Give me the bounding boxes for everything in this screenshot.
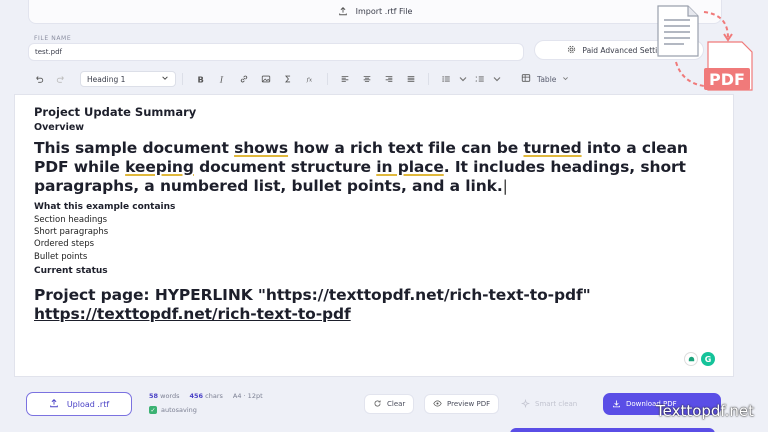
divider xyxy=(182,73,183,85)
chevron-down-icon xyxy=(161,74,169,84)
align-left-icon[interactable] xyxy=(334,70,356,88)
doc-title: Project Update Summary xyxy=(34,105,197,119)
page-info: A4 · 12pt xyxy=(232,392,263,400)
chevron-down-icon[interactable] xyxy=(491,70,503,88)
doc-list-heading: What this example contains xyxy=(34,202,176,212)
import-rtf-button[interactable]: Import .rtf File xyxy=(28,0,722,24)
align-center-icon[interactable] xyxy=(356,70,378,88)
word-count: 58 words xyxy=(149,392,180,400)
heading-select-value: Heading 1 xyxy=(87,74,126,84)
link-icon[interactable] xyxy=(233,70,255,88)
doc-status-heading: Current status xyxy=(34,265,108,276)
doc-project-link-line: Project page: HYPERLINK "https://texttop… xyxy=(34,285,591,323)
smart-clean-button[interactable]: Smart clean xyxy=(512,394,586,414)
import-label: Import .rtf File xyxy=(355,7,413,16)
document-stats: 58 words 456 chars A4 · 12pt xyxy=(149,392,263,400)
function-icon[interactable]: fx xyxy=(299,70,321,88)
upload-icon xyxy=(49,398,59,410)
editor-toolbar: Heading 1 B I fx 12 Table xyxy=(28,68,728,90)
align-right-icon[interactable] xyxy=(378,70,400,88)
divider xyxy=(327,73,328,85)
doc-overview-heading: Overview xyxy=(34,122,85,133)
sparkle-icon xyxy=(520,398,531,410)
chevron-down-icon[interactable] xyxy=(457,70,469,88)
file-name-input[interactable] xyxy=(28,43,524,61)
redo-icon[interactable] xyxy=(50,70,72,88)
divider xyxy=(428,73,429,85)
image-icon[interactable] xyxy=(255,70,277,88)
clear-button[interactable]: Clear xyxy=(364,394,415,414)
upload-icon xyxy=(338,6,348,18)
svg-text:2: 2 xyxy=(475,79,477,83)
char-count: 456 chars xyxy=(189,392,223,400)
list-item: Ordered steps xyxy=(34,239,95,250)
bullet-list-icon[interactable] xyxy=(435,70,457,88)
heading-select[interactable]: Heading 1 xyxy=(80,71,176,87)
svg-text:B: B xyxy=(198,74,204,84)
logo-text: PDF xyxy=(709,70,745,89)
check-icon: ✓ xyxy=(149,406,157,414)
grammar-tools: G xyxy=(684,352,715,366)
undo-icon[interactable] xyxy=(28,70,50,88)
assistant-icon[interactable] xyxy=(684,352,698,366)
list-item: Section headings xyxy=(34,215,108,225)
svg-text:fx: fx xyxy=(306,78,313,84)
doc-intro-paragraph: This sample document shows how a rich te… xyxy=(34,139,688,195)
file-name-label: FILE NAME xyxy=(34,35,72,42)
gear-icon xyxy=(567,45,576,56)
table-icon xyxy=(521,73,531,85)
upload-rtf-button[interactable]: Upload .rtf xyxy=(26,392,132,416)
list-item: Bullet points xyxy=(34,251,88,262)
align-justify-icon[interactable] xyxy=(400,70,422,88)
download-icon xyxy=(612,399,621,410)
bottom-accent-bar xyxy=(510,428,715,432)
watermark: Texttopdf.net xyxy=(655,402,754,420)
refresh-icon xyxy=(373,399,382,410)
numbered-list-icon[interactable]: 12 xyxy=(469,70,491,88)
bold-icon[interactable]: B xyxy=(189,70,211,88)
autosave-status: ✓ autosaving xyxy=(149,406,197,414)
rich-text-editor[interactable]: Project Update Summary Overview This sam… xyxy=(14,94,734,377)
sigma-icon[interactable] xyxy=(277,70,299,88)
table-label: Table xyxy=(537,74,557,84)
list-item: Short paragraphs xyxy=(34,227,109,238)
eye-icon xyxy=(433,399,442,410)
svg-text:I: I xyxy=(219,74,224,84)
table-button[interactable]: Table xyxy=(521,73,569,85)
text-to-pdf-logo: PDF xyxy=(657,5,753,91)
upload-label: Upload .rtf xyxy=(66,399,110,409)
grammarly-icon[interactable]: G xyxy=(701,352,715,366)
preview-pdf-button[interactable]: Preview PDF xyxy=(424,394,500,414)
chevron-down-icon xyxy=(562,75,569,84)
italic-icon[interactable]: I xyxy=(211,70,233,88)
project-link[interactable]: https://texttopdf.net/rich-text-to-pdf xyxy=(34,305,351,323)
